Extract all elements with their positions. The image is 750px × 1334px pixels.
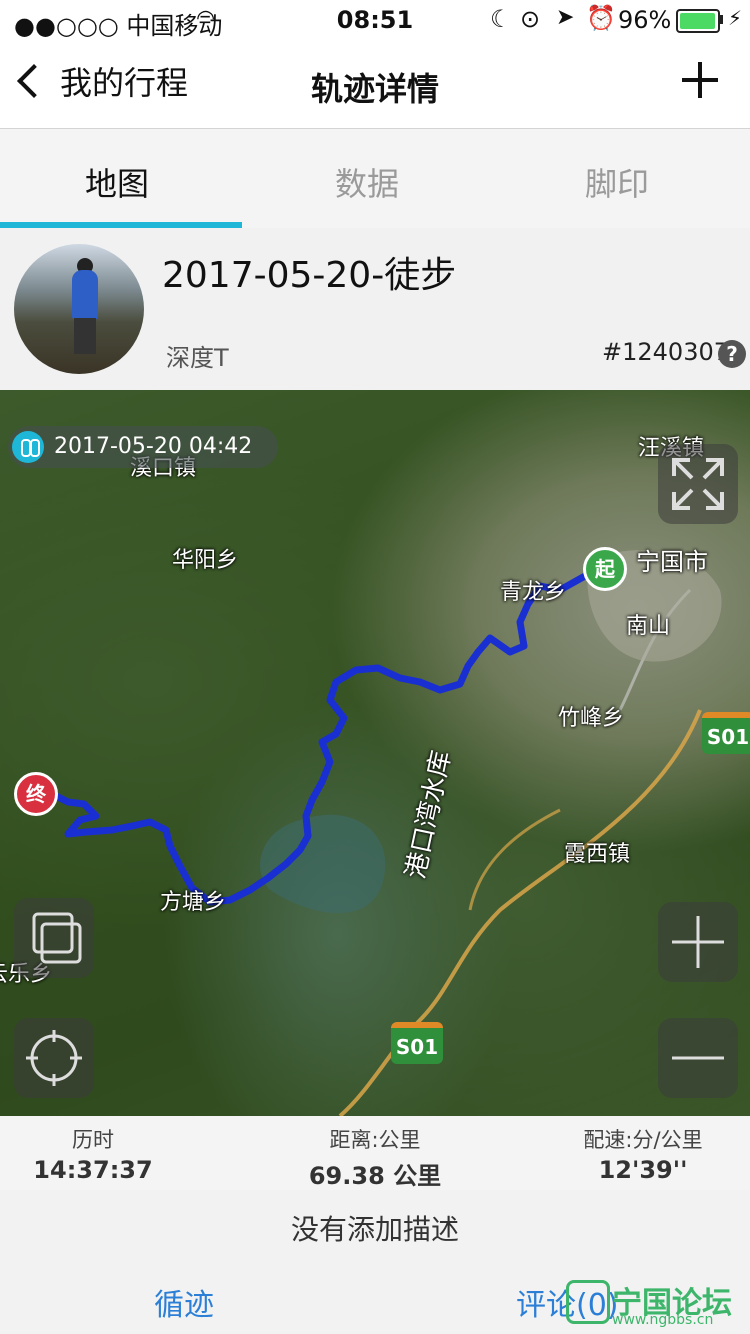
minus-icon [672, 1056, 724, 1060]
status-bar: ●●○○○ 中国移动 ◠ 08:51 ☾ ⊙ ➤ ⏰ 96% ⚡ [0, 0, 750, 40]
stat-pace: 配速:分/公里 12'39'' [518, 1124, 750, 1184]
footprint-icon [12, 431, 44, 463]
map-layer-button[interactable] [14, 898, 94, 978]
watermark-logo: 宁国论坛 www.ngbbs.cn [562, 1276, 742, 1332]
battery-percent: 96% [618, 6, 672, 34]
tab-bar: 地图 数据 脚印 [0, 129, 750, 228]
tab-map[interactable]: 地图 [0, 159, 242, 205]
plus-icon [672, 916, 724, 968]
map-label-ningguo: 宁国市 [636, 548, 708, 576]
battery-icon [676, 9, 720, 33]
stat-pace-value: 12'39'' [598, 1156, 688, 1184]
zoom-out-button[interactable] [658, 1018, 738, 1098]
add-icon[interactable] [680, 60, 720, 100]
map-label-fangtang: 方塘乡 [160, 890, 227, 915]
map-label-xiaxi: 霞西镇 [564, 842, 631, 867]
rotation-lock-icon: ⊙ [520, 5, 541, 33]
stat-distance: 距离:公里 69.38 公里 [250, 1124, 500, 1191]
stats-bar: 历时 14:37:37 距离:公里 69.38 公里 配速:分/公里 12'39… [0, 1116, 750, 1191]
tab-data[interactable]: 数据 [242, 159, 492, 205]
alarm-icon: ⏰ [586, 4, 616, 32]
zoom-in-button[interactable] [658, 902, 738, 982]
road-badge-s01: S01 [391, 1022, 443, 1064]
battery-nub [720, 15, 723, 24]
map-label-qinglong: 青龙乡 [500, 580, 567, 605]
navigation-bar: 我的行程 轨迹详情 [0, 40, 750, 129]
tab-footprints[interactable]: 脚印 [492, 159, 742, 205]
stat-pace-label: 配速:分/公里 [583, 1128, 703, 1152]
fullscreen-button[interactable] [658, 444, 738, 524]
track-header: 2017-05-20-徒步 深度T #1240307 ? [0, 228, 750, 390]
stat-duration-label: 历时 [72, 1128, 114, 1152]
stat-duration: 历时 14:37:37 [0, 1124, 218, 1184]
road-secondary [468, 808, 561, 911]
stat-distance-value: 69.38 公里 [308, 1162, 442, 1190]
avatar[interactable] [14, 244, 144, 374]
track-title: 2017-05-20-徒步 [162, 255, 457, 296]
reservoir-water [260, 814, 386, 914]
layers-icon [32, 912, 82, 964]
charging-icon: ⚡ [728, 6, 743, 30]
watermark-icon [566, 1280, 610, 1324]
start-marker[interactable]: 起 [583, 547, 627, 591]
map-overlay [36, 550, 722, 1116]
watermark-url: www.ngbbs.cn [612, 1312, 714, 1328]
map-label-zhufeng: 竹峰乡 [558, 706, 625, 731]
crosshair-icon [26, 1030, 82, 1086]
map-label-nanshan: 南山 [626, 614, 671, 639]
help-icon[interactable]: ? [718, 340, 746, 368]
location-arrow-icon: ➤ [556, 5, 575, 30]
description-text[interactable]: 没有添加描述 [0, 1190, 750, 1270]
stat-duration-value: 14:37:37 [33, 1156, 153, 1184]
page-title: 轨迹详情 [310, 70, 439, 108]
moon-icon: ☾ [490, 5, 512, 33]
map-view[interactable]: 溪口镇 华阳乡 汪溪镇 宁国市 青龙乡 南山 竹峰乡 霞西镇 方塘乡 云乐乡 港… [0, 390, 750, 1116]
track-date-pill: 2017-05-20 04:42 [8, 426, 279, 468]
stat-distance-label: 距离:公里 [329, 1128, 421, 1152]
end-marker[interactable]: 终 [14, 772, 58, 816]
map-label-huayang: 华阳乡 [172, 548, 239, 573]
expand-icon [672, 458, 724, 510]
road-badge-s01: S01 [702, 712, 750, 754]
track-date: 2017-05-20 04:42 [54, 434, 253, 459]
locate-button[interactable] [14, 1018, 94, 1098]
follow-track-button[interactable]: 循迹 [154, 1280, 214, 1324]
track-id: #1240307 [602, 338, 729, 366]
track-username[interactable]: 深度T [166, 338, 229, 373]
